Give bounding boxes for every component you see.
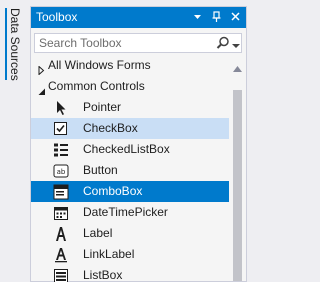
toolbox-item-button[interactable]: ab Button	[31, 160, 229, 181]
toolbox-title: Toolbox	[36, 10, 78, 24]
toolbox-item-pointer[interactable]: Pointer	[31, 97, 229, 118]
item-label: CheckBox	[83, 121, 138, 135]
item-label: LinkLabel	[83, 247, 135, 261]
item-label: CheckedListBox	[83, 142, 170, 156]
toolbox-item-checkbox[interactable]: CheckBox	[31, 118, 229, 139]
toolbox-titlebar[interactable]: Toolbox	[31, 7, 246, 28]
toolbox-item-checkedlistbox[interactable]: CheckedListBox	[31, 139, 229, 160]
search-box	[34, 33, 242, 53]
close-icon[interactable]	[227, 8, 244, 26]
item-label: ComboBox	[83, 184, 143, 198]
group-all-windows-forms[interactable]: All Windows Forms	[31, 55, 229, 76]
window-position-dropdown-icon[interactable]	[189, 8, 206, 26]
side-tab-strip: Data Sources	[0, 0, 28, 282]
toolbox-tree: All Windows Forms Common Controls Pointe…	[31, 55, 229, 282]
toolbox-item-listbox[interactable]: ListBox	[31, 265, 229, 282]
listbox-icon	[53, 268, 69, 282]
collapse-arrow-icon[interactable]	[37, 82, 46, 95]
combobox-icon	[53, 184, 69, 200]
search-icon[interactable]	[215, 35, 231, 51]
item-label: Button	[83, 163, 118, 177]
linklabel-icon	[53, 247, 69, 263]
toolbox-panel: Toolbox Search Toolbox All Windows Forms…	[30, 6, 247, 282]
search-input[interactable]	[39, 35, 209, 51]
vertical-scrollbar[interactable]	[229, 55, 246, 281]
data-sources-label: Data Sources	[8, 8, 22, 81]
scroll-up-arrow-icon[interactable]	[233, 61, 242, 72]
svg-text:ab: ab	[57, 168, 66, 176]
group-label: Common Controls	[48, 79, 145, 93]
group-common-controls[interactable]: Common Controls	[31, 76, 229, 97]
data-sources-tab[interactable]: Data Sources	[5, 8, 22, 81]
item-label: DateTimePicker	[83, 205, 168, 219]
expand-arrow-icon[interactable]	[37, 61, 46, 76]
search-options-dropdown-icon[interactable]	[232, 39, 240, 48]
group-label: All Windows Forms	[48, 58, 151, 72]
datetimepicker-icon	[53, 205, 69, 221]
tab-indicator	[5, 8, 7, 80]
toolbox-item-linklabel[interactable]: LinkLabel	[31, 244, 229, 265]
button-icon: ab	[53, 163, 69, 179]
checkbox-icon	[53, 121, 69, 137]
pin-icon[interactable]	[208, 8, 225, 26]
scrollbar-thumb[interactable]	[233, 90, 242, 281]
label-icon	[53, 226, 69, 242]
item-label: Label	[83, 226, 113, 240]
item-label: Pointer	[83, 100, 122, 114]
toolbox-item-label[interactable]: Label	[31, 223, 229, 244]
toolbox-item-datetimepicker[interactable]: DateTimePicker	[31, 202, 229, 223]
toolbox-item-combobox[interactable]: ComboBox	[31, 181, 229, 202]
pointer-icon	[53, 100, 69, 116]
checkedlistbox-icon	[53, 142, 69, 158]
item-label: ListBox	[83, 268, 123, 282]
